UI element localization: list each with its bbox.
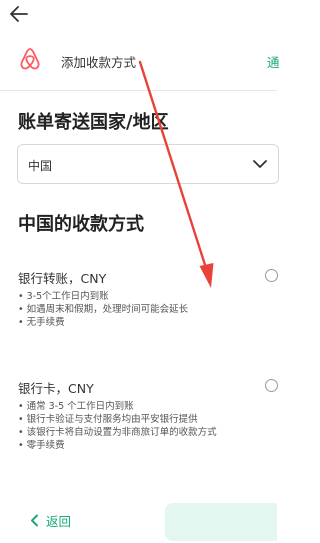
- page-header: 添加收款方式 通: [0, 32, 280, 91]
- payout-option-title: 银行卡，CNY: [18, 381, 94, 396]
- detail-line: • 银行卡验证与支付服务均由平安银行提供: [18, 414, 198, 425]
- payout-option-bank-transfer[interactable]: 银行转账，CNY • 3-5个工作日内到账 • 如遇周末和假期，处理时间可能会延…: [0, 268, 278, 338]
- payout-methods-heading: 中国的收款方式: [18, 214, 144, 235]
- billing-country-heading: 账单寄送国家/地区: [18, 112, 169, 133]
- next-button[interactable]: [165, 503, 277, 541]
- payout-option-details: • 3-5个工作日内到账 • 如遇周末和假期，处理时间可能会延长 • 无手续费: [18, 290, 188, 329]
- top-bar: [0, 0, 277, 32]
- page-title: 添加收款方式: [61, 55, 137, 70]
- detail-line: • 3-5个工作日内到账: [18, 291, 109, 302]
- radio-button[interactable]: [265, 269, 278, 282]
- header-next-link[interactable]: 通: [267, 52, 280, 71]
- country-select-value: 中国: [28, 159, 53, 173]
- payout-option-bank-card[interactable]: 银行卡，CNY • 通常 3-5 个工作日内到账 • 银行卡验证与支付服务均由平…: [0, 378, 278, 468]
- detail-line: • 如遇周末和假期，处理时间可能会延长: [18, 304, 189, 315]
- back-button-label: 返回: [46, 514, 72, 529]
- chevron-down-icon: [253, 160, 267, 168]
- airbnb-logo-icon: [20, 48, 40, 70]
- back-button[interactable]: 返回: [30, 511, 71, 530]
- radio-button[interactable]: [265, 379, 278, 392]
- footer-bar: 返回: [0, 493, 277, 543]
- detail-line: • 零手续费: [18, 440, 65, 451]
- detail-line: • 通常 3-5 个工作日内到账: [18, 401, 134, 412]
- payout-option-title: 银行转账，CNY: [18, 271, 107, 286]
- detail-line: • 该银行卡将自动设置为非商旅订单的收款方式: [18, 427, 217, 438]
- chevron-left-icon: [31, 514, 38, 527]
- country-select[interactable]: 中国: [17, 144, 279, 184]
- arrow-left-icon[interactable]: [8, 3, 30, 25]
- payout-option-details: • 通常 3-5 个工作日内到账 • 银行卡验证与支付服务均由平安银行提供 • …: [18, 400, 217, 452]
- detail-line: • 无手续费: [18, 317, 65, 328]
